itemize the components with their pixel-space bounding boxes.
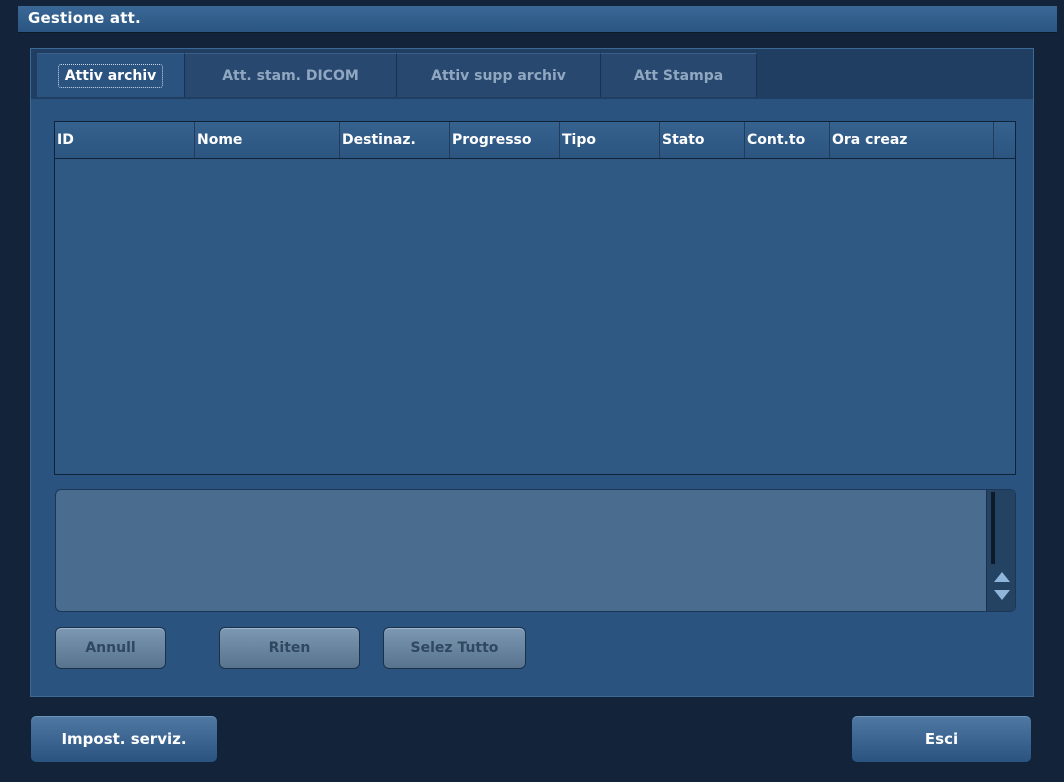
task-table[interactable]: ID Nome Destinaz. Progresso Tipo Stato C… <box>54 121 1016 475</box>
column-header-progress[interactable]: Progresso <box>450 122 560 158</box>
tab-print[interactable]: Att Stampa <box>601 53 757 97</box>
scrollbar-thumb[interactable] <box>991 492 995 564</box>
window-title: Gestione att. <box>28 9 141 27</box>
message-scrollbar[interactable] <box>986 490 1015 611</box>
message-box[interactable] <box>55 489 1016 612</box>
cancel-button-label: Annull <box>85 640 136 656</box>
task-management-window: Gestione att. Attiv archiv Att. stam. DI… <box>0 0 1064 782</box>
column-header-name[interactable]: Nome <box>195 122 340 158</box>
cancel-button[interactable]: Annull <box>55 627 166 669</box>
column-header-type[interactable]: Tipo <box>560 122 660 158</box>
column-header-destination[interactable]: Destinaz. <box>340 122 450 158</box>
tab-label: Attiv supp archiv <box>431 67 566 84</box>
title-bar: Gestione att. <box>18 6 1057 33</box>
chevron-up-icon[interactable] <box>994 572 1010 582</box>
tab-dicom-print[interactable]: Att. stam. DICOM <box>185 53 397 97</box>
column-header-creation-time[interactable]: Ora creaz <box>830 122 994 158</box>
select-all-button[interactable]: Selez Tutto <box>383 627 526 669</box>
exit-button[interactable]: Esci <box>851 715 1032 763</box>
table-header: ID Nome Destinaz. Progresso Tipo Stato C… <box>55 122 1015 159</box>
column-header-count[interactable]: Cont.to <box>745 122 830 158</box>
tab-label: Attiv archiv <box>57 63 164 88</box>
chevron-down-icon[interactable] <box>994 590 1010 600</box>
exit-button-label: Esci <box>924 730 959 748</box>
content-panel: Attiv archiv Att. stam. DICOM Attiv supp… <box>30 48 1034 697</box>
column-header-filler <box>994 122 1015 158</box>
retry-button-label: Riten <box>268 640 311 656</box>
tab-attiv-archiv[interactable]: Attiv archiv <box>37 53 185 97</box>
tab-bar: Attiv archiv Att. stam. DICOM Attiv supp… <box>31 49 1033 99</box>
service-settings-label: Impost. serviz. <box>61 730 187 748</box>
retry-button[interactable]: Riten <box>219 627 360 669</box>
column-header-id[interactable]: ID <box>55 122 195 158</box>
column-header-status[interactable]: Stato <box>660 122 745 158</box>
tab-label: Att. stam. DICOM <box>222 67 359 84</box>
select-all-button-label: Selez Tutto <box>410 640 499 656</box>
tab-media-archive[interactable]: Attiv supp archiv <box>397 53 601 97</box>
tab-label: Att Stampa <box>633 67 724 84</box>
service-settings-button[interactable]: Impost. serviz. <box>30 715 218 763</box>
